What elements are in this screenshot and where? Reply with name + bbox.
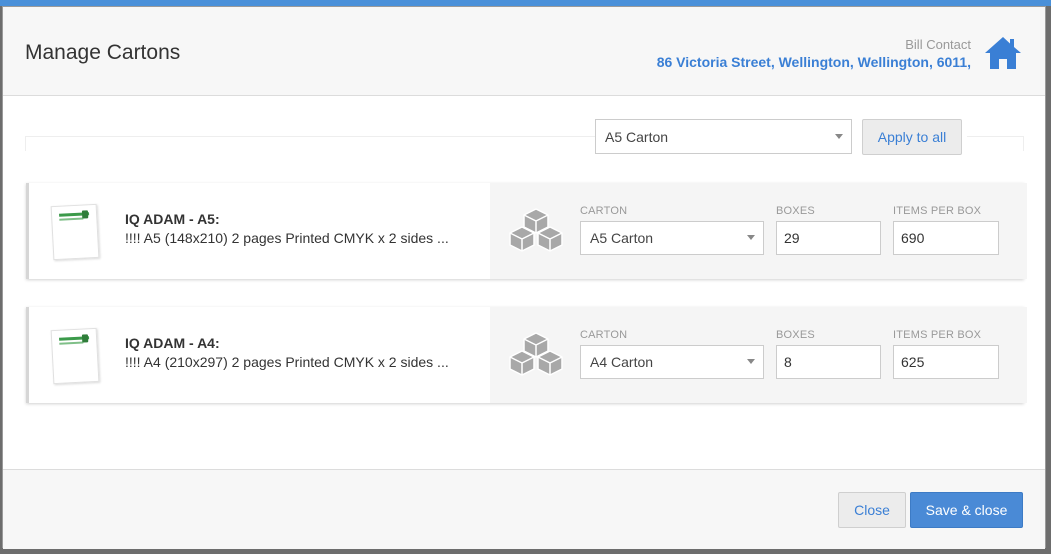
modal-title: Manage Cartons bbox=[25, 41, 181, 64]
home-icon[interactable] bbox=[983, 35, 1023, 71]
carton-select-value: A4 Carton bbox=[590, 354, 654, 370]
product-row: IQ ADAM - A5: !!!! A5 (148x210) 2 pages … bbox=[26, 183, 1027, 279]
items-per-box-input[interactable]: 625 bbox=[893, 345, 999, 379]
boxes-label: BOXES bbox=[776, 329, 815, 341]
toolbar-divider-left bbox=[25, 136, 596, 151]
modal-header: Manage Cartons Bill Contact 86 Victoria … bbox=[3, 7, 1045, 96]
carton-label: CARTON bbox=[580, 205, 628, 217]
product-thumbnail bbox=[50, 203, 100, 261]
product-thumbnail bbox=[50, 327, 100, 385]
product-description: !!!! A5 (148x210) 2 pages Printed CMYK x… bbox=[125, 230, 449, 246]
chevron-down-icon bbox=[747, 235, 755, 240]
carton-select-all-value: A5 Carton bbox=[605, 128, 669, 145]
boxes-label: BOXES bbox=[776, 205, 815, 217]
toolbar-divider-right bbox=[967, 136, 1024, 151]
carton-settings: CARTON BOXES ITEMS PER BOX A4 Carton 8 6… bbox=[490, 307, 1027, 403]
save-and-close-button[interactable]: Save & close bbox=[910, 492, 1023, 528]
bill-contact-address[interactable]: 86 Victoria Street, Wellington, Wellingt… bbox=[657, 54, 971, 70]
close-button[interactable]: Close bbox=[838, 492, 906, 528]
chevron-down-icon bbox=[835, 133, 843, 139]
boxes-input[interactable]: 8 bbox=[776, 345, 881, 379]
product-title: IQ ADAM - A5: bbox=[125, 211, 220, 227]
product-description: !!!! A4 (210x297) 2 pages Printed CMYK x… bbox=[125, 354, 449, 370]
bill-contact-label: Bill Contact bbox=[905, 37, 971, 52]
product-title: IQ ADAM - A4: bbox=[125, 335, 220, 351]
items-per-box-input[interactable]: 690 bbox=[893, 221, 999, 255]
product-row: IQ ADAM - A4: !!!! A4 (210x297) 2 pages … bbox=[26, 307, 1027, 403]
boxes-icon bbox=[509, 208, 563, 252]
items-per-box-label: ITEMS PER BOX bbox=[893, 329, 982, 341]
carton-select[interactable]: A5 Carton bbox=[580, 221, 764, 255]
carton-settings: CARTON BOXES ITEMS PER BOX A5 Carton 29 … bbox=[490, 183, 1027, 279]
carton-label: CARTON bbox=[580, 329, 628, 341]
chevron-down-icon bbox=[747, 359, 755, 364]
apply-to-all-button[interactable]: Apply to all bbox=[862, 119, 962, 155]
carton-select-value: A5 Carton bbox=[590, 230, 654, 246]
items-per-box-label: ITEMS PER BOX bbox=[893, 205, 982, 217]
manage-cartons-modal: Manage Cartons Bill Contact 86 Victoria … bbox=[2, 6, 1046, 549]
carton-select-all[interactable]: A5 Carton bbox=[595, 119, 852, 154]
carton-select[interactable]: A4 Carton bbox=[580, 345, 764, 379]
boxes-input[interactable]: 29 bbox=[776, 221, 881, 255]
boxes-icon bbox=[509, 332, 563, 376]
modal-footer: Close Save & close bbox=[3, 469, 1045, 549]
